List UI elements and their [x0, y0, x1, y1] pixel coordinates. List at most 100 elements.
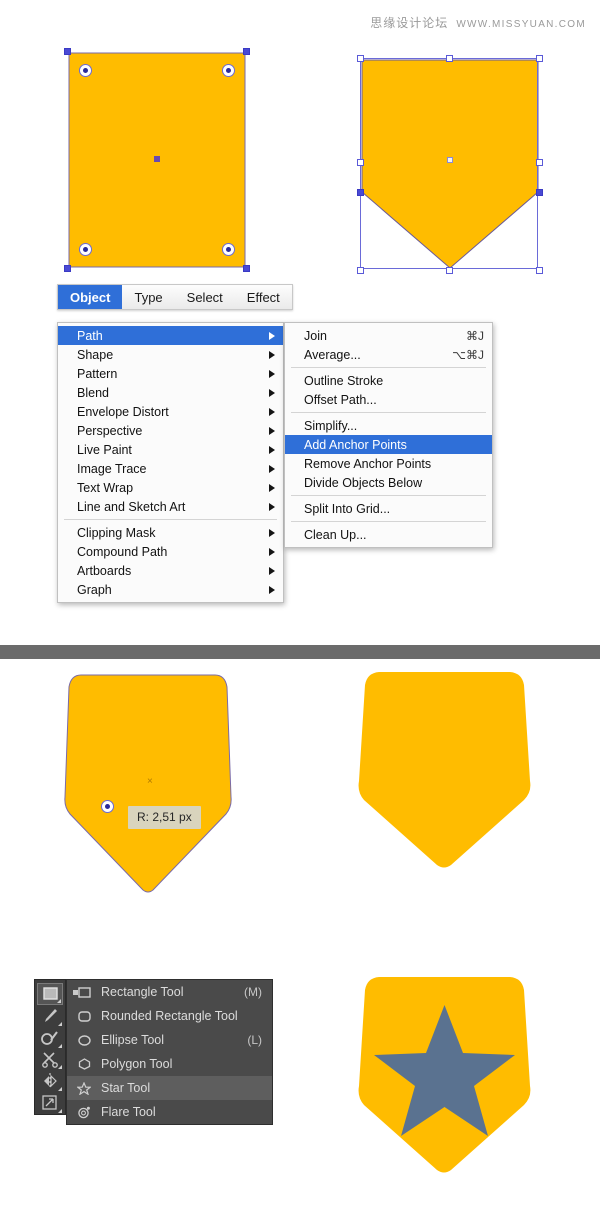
menu-item-image-trace[interactable]: Image Trace	[58, 459, 283, 478]
submenu-item-label: Average...	[304, 347, 361, 362]
menu-item-label: Artboards	[77, 563, 132, 578]
flare-icon	[73, 1106, 95, 1119]
submenu-item-clean-up[interactable]: Clean Up...	[285, 525, 492, 544]
polygon-icon	[73, 1058, 95, 1070]
menu-item-blend[interactable]: Blend	[58, 383, 283, 402]
tool-item-ellipse-tool[interactable]: Ellipse Tool (L)	[67, 1028, 272, 1052]
paintbrush-tool-button[interactable]	[37, 1005, 63, 1027]
corner-widget-bl[interactable]	[79, 243, 92, 256]
scale-tool-button[interactable]	[37, 1092, 63, 1114]
submenu-item-label: Remove Anchor Points	[304, 456, 432, 471]
chevron-right-icon	[269, 566, 275, 575]
menubar-item-effect[interactable]: Effect	[235, 285, 292, 309]
menu-item-envelope-distort[interactable]: Envelope Distort	[58, 402, 283, 421]
submenu-item-add-anchor-points[interactable]: Add Anchor Points	[285, 435, 492, 454]
step5-shield-badge-stage	[357, 976, 532, 1174]
center-point	[447, 157, 453, 163]
watermark-chinese: 思缘设计论坛	[370, 16, 449, 30]
menu-item-label: Perspective	[77, 423, 143, 438]
submenu-item-label: Add Anchor Points	[304, 437, 407, 452]
bbox-handle-br[interactable]	[243, 265, 250, 272]
chevron-right-icon	[269, 483, 275, 492]
chevron-right-icon	[269, 528, 275, 537]
menu-item-path[interactable]: Path	[58, 326, 283, 345]
menu-item-shape[interactable]: Shape	[58, 345, 283, 364]
menu-item-artboards[interactable]: Artboards	[58, 561, 283, 580]
selection-bbox	[360, 58, 538, 269]
chevron-right-icon	[269, 350, 275, 359]
menu-item-perspective[interactable]: Perspective	[58, 421, 283, 440]
reflect-tool-button[interactable]	[37, 1070, 63, 1092]
tool-item-flare-tool[interactable]: Flare Tool	[67, 1100, 272, 1124]
path-submenu: Join ⌘J Average... ⌥⌘J Outline Stroke Of…	[284, 322, 493, 548]
rectangle-tool-button[interactable]	[37, 983, 63, 1005]
tool-item-label: Flare Tool	[101, 1105, 156, 1119]
bbox-handle-tl[interactable]	[357, 55, 364, 62]
blob-brush-tool-button[interactable]	[37, 1027, 63, 1049]
tool-item-rectangle-tool[interactable]: Rectangle Tool (M)	[67, 980, 272, 1004]
corner-widget-br[interactable]	[222, 243, 235, 256]
cursor-crosshair-icon: ×	[147, 776, 153, 787]
bbox-handle-bc[interactable]	[446, 267, 453, 274]
menu-item-text-wrap[interactable]: Text Wrap	[58, 478, 283, 497]
scissors-tool-button[interactable]	[37, 1049, 63, 1071]
corner-radius-widget[interactable]	[101, 800, 114, 813]
menu-item-line-and-sketch-art[interactable]: Line and Sketch Art	[58, 497, 283, 516]
bbox-handle-tl[interactable]	[64, 48, 71, 55]
object-dropdown-menu: Path Shape Pattern Blend Envelope Distor…	[57, 322, 284, 603]
tool-item-star-tool[interactable]: Star Tool	[67, 1076, 272, 1100]
submenu-item-average[interactable]: Average... ⌥⌘J	[285, 345, 492, 364]
menu-item-graph[interactable]: Graph	[58, 580, 283, 599]
menu-item-pattern[interactable]: Pattern	[58, 364, 283, 383]
bbox-handle-ml[interactable]	[357, 159, 364, 166]
bbox-handle-bl[interactable]	[357, 267, 364, 274]
menu-item-compound-path[interactable]: Compound Path	[58, 542, 283, 561]
current-tool-marker	[73, 989, 78, 995]
menu-item-label: Text Wrap	[77, 480, 134, 495]
tool-item-rounded-rectangle-tool[interactable]: Rounded Rectangle Tool	[67, 1004, 272, 1028]
paintbrush-tool-icon	[45, 1008, 57, 1022]
submenu-item-shortcut: ⌥⌘J	[452, 347, 484, 362]
submenu-item-simplify[interactable]: Simplify...	[285, 416, 492, 435]
chevron-right-icon	[269, 585, 275, 594]
menubar-item-select[interactable]: Select	[175, 285, 235, 309]
anchor-right[interactable]	[536, 189, 543, 196]
scale-tool-icon	[42, 1095, 57, 1110]
rounded-shield-shape[interactable]	[357, 671, 532, 869]
submenu-item-join[interactable]: Join ⌘J	[285, 326, 492, 345]
tool-item-label: Ellipse Tool	[101, 1033, 165, 1047]
tool-item-shortcut: (L)	[247, 1033, 262, 1047]
bbox-handle-tr[interactable]	[536, 55, 543, 62]
submenu-item-remove-anchor-points[interactable]: Remove Anchor Points	[285, 454, 492, 473]
submenu-item-split-into-grid[interactable]: Split Into Grid...	[285, 499, 492, 518]
chevron-right-icon	[269, 426, 275, 435]
chevron-right-icon	[269, 502, 275, 511]
submenu-item-outline-stroke[interactable]: Outline Stroke	[285, 371, 492, 390]
star-icon	[73, 1081, 95, 1095]
anchor-left[interactable]	[357, 189, 364, 196]
chevron-right-icon	[269, 445, 275, 454]
menu-item-label: Graph	[77, 582, 112, 597]
menu-item-clipping-mask[interactable]: Clipping Mask	[58, 523, 283, 542]
watermark: 思缘设计论坛 WWW.MISSYUAN.COM	[370, 14, 586, 31]
chevron-right-icon	[269, 369, 275, 378]
bbox-handle-tc[interactable]	[446, 55, 453, 62]
flyout-triangle-icon	[57, 998, 61, 1003]
corner-widget-tl[interactable]	[79, 64, 92, 77]
menu-item-label: Image Trace	[77, 461, 147, 476]
menubar-item-object[interactable]: Object	[58, 285, 123, 309]
chevron-right-icon	[269, 331, 275, 340]
submenu-item-divide-objects-below[interactable]: Divide Objects Below	[285, 473, 492, 492]
bbox-handle-br[interactable]	[536, 267, 543, 274]
bbox-handle-mr[interactable]	[536, 159, 543, 166]
menu-item-live-paint[interactable]: Live Paint	[58, 440, 283, 459]
tool-item-label: Polygon Tool	[101, 1057, 173, 1071]
bbox-handle-bl[interactable]	[64, 265, 71, 272]
corner-widget-tr[interactable]	[222, 64, 235, 77]
menubar-item-type[interactable]: Type	[122, 285, 174, 309]
tool-item-polygon-tool[interactable]: Polygon Tool	[67, 1052, 272, 1076]
shield-with-star-shape[interactable]	[357, 976, 532, 1174]
submenu-item-offset-path[interactable]: Offset Path...	[285, 390, 492, 409]
bbox-handle-tr[interactable]	[243, 48, 250, 55]
menu-item-label: Blend	[77, 385, 109, 400]
